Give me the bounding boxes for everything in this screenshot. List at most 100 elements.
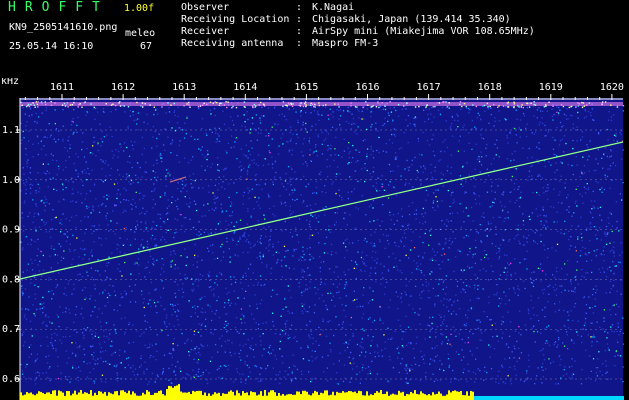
noise-speck	[28, 130, 30, 132]
noise-speck	[462, 281, 465, 284]
carrier-speck	[226, 106, 228, 109]
noise-speck	[177, 361, 179, 363]
noise-speck	[572, 340, 574, 342]
noise-speck	[325, 192, 327, 194]
noise-speck	[34, 240, 36, 243]
noise-speck	[441, 106, 444, 109]
noise-speck	[38, 372, 41, 374]
noise-speck	[411, 159, 413, 161]
noise-speck	[287, 141, 289, 143]
noise-speck	[357, 180, 359, 183]
noise-speck	[194, 254, 196, 256]
noise-speck	[587, 111, 590, 113]
noise-speck	[309, 226, 311, 228]
noise-speck	[162, 370, 164, 373]
noise-speck	[32, 156, 34, 158]
noise-speck	[98, 308, 100, 310]
noise-speck	[517, 224, 519, 227]
noise-speck	[76, 237, 78, 239]
noise-speck	[234, 303, 237, 305]
noise-speck	[344, 285, 347, 287]
noise-speck	[285, 250, 287, 252]
noise-speck	[533, 115, 535, 117]
carrier-speck	[425, 106, 427, 108]
noise-speck	[105, 160, 107, 162]
noise-speck	[289, 209, 291, 212]
noise-speck	[603, 271, 605, 273]
noise-speck	[480, 259, 482, 261]
noise-speck	[142, 207, 144, 209]
noise-speck	[496, 252, 498, 254]
noise-speck	[484, 181, 486, 183]
noise-speck	[566, 197, 568, 199]
noise-speck	[240, 349, 242, 351]
noise-speck	[394, 257, 397, 259]
noise-speck	[501, 337, 503, 339]
noise-speck	[493, 125, 495, 127]
noise-speck	[338, 189, 340, 191]
noise-speck	[55, 350, 57, 352]
noise-speck	[557, 114, 560, 116]
noise-speck	[29, 212, 31, 214]
carrier-speck	[446, 106, 449, 108]
noise-speck	[34, 298, 37, 300]
noise-speck	[116, 380, 119, 382]
noise-speck	[277, 123, 279, 126]
noise-speck	[403, 132, 405, 134]
noise-speck	[208, 275, 210, 278]
noise-speck	[221, 211, 223, 213]
noise-speck	[567, 118, 569, 120]
carrier-line	[20, 102, 623, 106]
noise-speck	[610, 116, 612, 118]
noise-speck	[434, 295, 437, 297]
noise-speck	[92, 345, 94, 347]
noise-speck	[369, 317, 371, 319]
noise-speck	[568, 206, 570, 208]
noise-speck	[161, 236, 164, 238]
noise-speck	[492, 336, 494, 338]
noise-speck	[355, 227, 357, 229]
noise-speck	[20, 189, 22, 192]
carrier-speck	[206, 103, 208, 106]
noise-speck	[135, 191, 137, 193]
noise-speck	[149, 356, 151, 359]
intensity-column	[140, 395, 142, 400]
noise-speck	[423, 289, 425, 292]
noise-speck	[44, 209, 46, 212]
noise-speck	[338, 291, 340, 293]
noise-speck	[226, 241, 228, 243]
noise-speck	[567, 311, 569, 313]
noise-speck	[130, 229, 132, 231]
noise-speck	[339, 124, 341, 126]
noise-speck	[143, 373, 145, 375]
noise-speck	[390, 219, 392, 221]
noise-speck	[101, 374, 104, 376]
intensity-column	[122, 390, 124, 400]
noise-speck	[128, 342, 130, 344]
intensity-column	[486, 396, 488, 400]
noise-speck	[487, 108, 489, 110]
noise-speck	[62, 336, 64, 338]
noise-speck	[369, 178, 371, 181]
carrier-speck	[314, 103, 316, 106]
noise-speck	[136, 373, 139, 376]
noise-speck	[112, 157, 114, 159]
noise-speck	[536, 117, 538, 119]
noise-speck	[261, 106, 263, 108]
noise-speck	[389, 211, 391, 213]
noise-speck	[20, 241, 22, 243]
noise-speck	[443, 319, 445, 321]
noise-speck	[303, 290, 305, 292]
carrier-speck	[604, 101, 607, 103]
noise-speck	[240, 148, 242, 150]
intensity-column	[116, 391, 118, 400]
noise-speck	[419, 379, 421, 382]
noise-speck	[101, 380, 103, 383]
noise-speck	[537, 175, 539, 177]
noise-speck	[592, 216, 594, 219]
noise-speck	[327, 144, 329, 147]
noise-speck	[364, 139, 366, 141]
noise-speck	[602, 167, 604, 169]
noise-speck	[177, 188, 179, 190]
noise-speck	[79, 273, 81, 275]
